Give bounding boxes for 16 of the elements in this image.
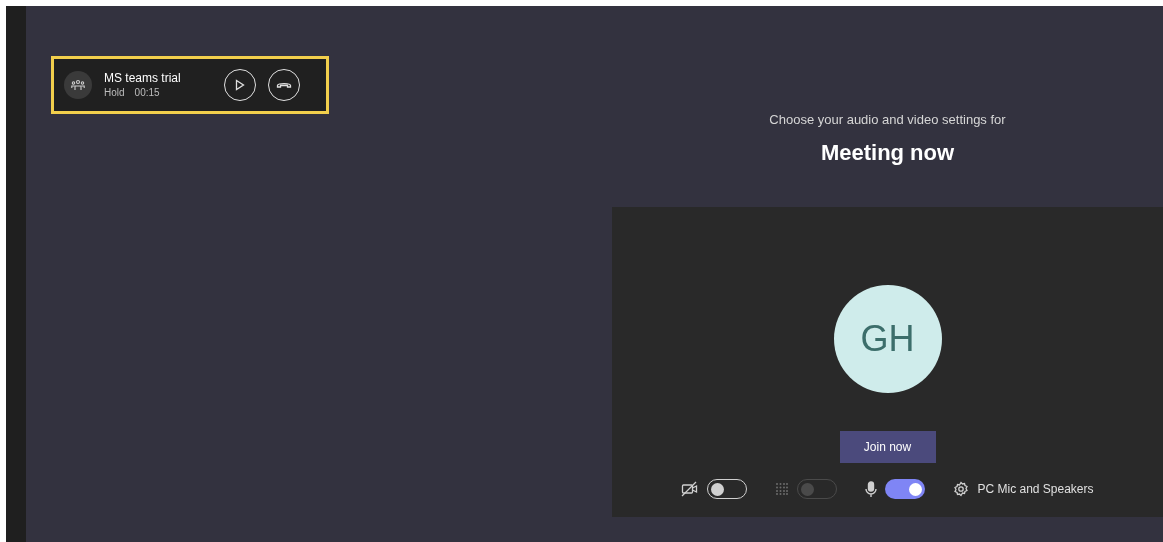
play-icon <box>235 79 245 91</box>
meeting-title: Meeting now <box>820 139 955 167</box>
device-label: PC Mic and Speakers <box>977 481 1094 498</box>
call-title: MS teams trial <box>104 70 182 86</box>
call-status: Hold <box>104 86 125 100</box>
phone-icon <box>276 81 292 89</box>
group-avatar-icon <box>64 71 92 99</box>
toggle-switch[interactable] <box>885 479 926 499</box>
user-avatar: GH <box>833 285 942 393</box>
microphone-icon <box>865 480 878 498</box>
join-now-button[interactable]: Join now <box>839 431 936 463</box>
settings-icon <box>953 481 970 497</box>
blur-icon <box>775 482 790 496</box>
settings-subtitle: Choose your audio and video settings for <box>769 111 1006 129</box>
call-duration: 00:15 <box>134 86 160 100</box>
camera-off-icon <box>681 481 700 497</box>
